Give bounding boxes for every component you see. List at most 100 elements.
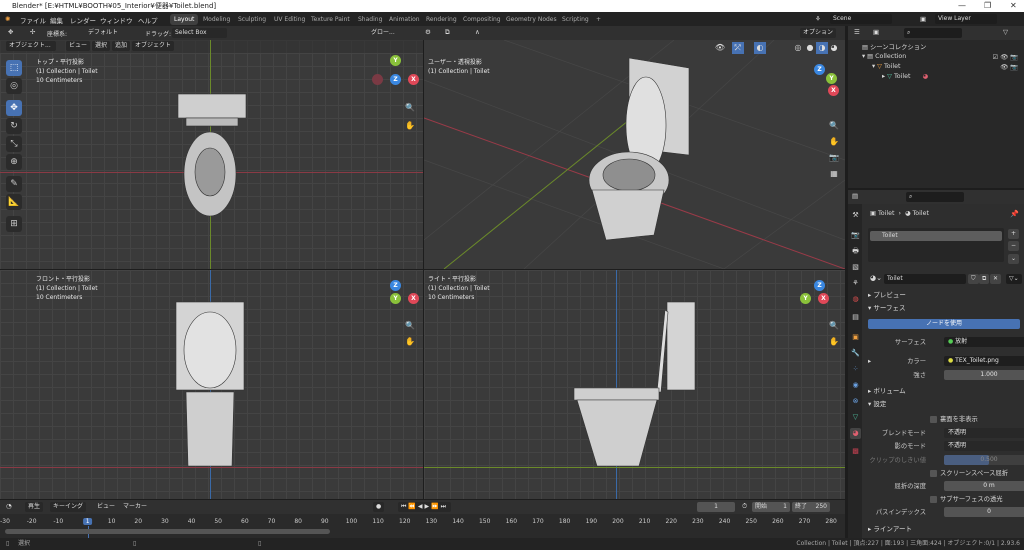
modifier-tab-icon[interactable]: 🔧 (850, 348, 861, 359)
measure-tool[interactable]: 📐 (6, 194, 22, 210)
gizmo-y[interactable]: Y (390, 293, 401, 304)
particles-tab-icon[interactable]: ⁘ (850, 364, 861, 375)
backface-checkbox[interactable]: 裏面を非表示 (862, 413, 1024, 426)
outliner-search-input[interactable]: ⌕ (904, 28, 962, 38)
scene-tab-icon[interactable]: ⚘ (850, 278, 861, 289)
timeline-scrollbar[interactable] (5, 529, 330, 534)
clip-threshold-slider[interactable]: 0.500 (944, 455, 1024, 465)
current-frame-indicator[interactable]: 1 (82, 518, 93, 525)
zoom-icon[interactable]: 🔍 (404, 320, 416, 332)
object-tab-icon[interactable]: ▣ (850, 332, 861, 343)
output-tab-icon[interactable]: 🖶 (850, 246, 861, 257)
gizmo-y[interactable]: Y (800, 293, 811, 304)
workspace-tab[interactable]: Shading (354, 14, 386, 25)
menu-object[interactable]: オブジェクト (132, 41, 175, 51)
material-name-field[interactable]: Toilet (884, 274, 966, 284)
menu-help[interactable]: ヘルプ (138, 15, 158, 25)
menu-window[interactable]: ウィンドウ (100, 15, 133, 25)
gizmo-x[interactable]: X (828, 85, 839, 96)
proportional-icon[interactable]: ∧ (475, 28, 480, 36)
constraints-tab-icon[interactable]: ⊗ (850, 396, 861, 407)
fake-user-button[interactable]: ⛉ (968, 274, 979, 284)
unlink-material-button[interactable]: ✕ (990, 274, 1002, 284)
move-icon[interactable]: ✢ (30, 28, 35, 36)
section-surface[interactable]: ▾ サーフェス (862, 302, 1024, 315)
visibility-icon[interactable]: 👁 (714, 42, 726, 54)
use-nodes-button[interactable]: ノードを使用 (868, 319, 1020, 329)
rotate-tool[interactable]: ↻ (6, 118, 22, 134)
material-shading-icon[interactable]: ◑ (816, 42, 828, 54)
workspace-tab[interactable]: Rendering (422, 14, 461, 25)
blend-mode-dropdown[interactable]: 不透明 (944, 428, 1024, 438)
gizmo-neg-x[interactable] (372, 74, 383, 85)
pan-hand-icon[interactable]: ✋ (404, 120, 416, 132)
section-lineart[interactable]: ▸ ラインアート (862, 523, 1024, 536)
select-tool[interactable]: ⬚ (6, 60, 22, 76)
outliner-item-toilet-mesh[interactable]: ▸ ▽ Toilet ◕ (882, 73, 928, 80)
workspace-tab[interactable]: Texture Paint (307, 14, 354, 25)
wireframe-shading-icon[interactable]: ◎ (792, 42, 804, 54)
pin-icon[interactable]: 📌 (1010, 210, 1019, 218)
gizmo-x[interactable]: X (818, 293, 829, 304)
section-volume[interactable]: ▸ ボリューム (862, 385, 1024, 398)
gizmo-z[interactable]: Z (390, 280, 401, 291)
view-layer-icon[interactable]: ▣ (920, 15, 926, 23)
snap-icon[interactable]: ⧉ (445, 28, 450, 37)
material-browse-icon[interactable]: ◕⌄ (870, 274, 882, 282)
material-slot-list[interactable]: Toilet (868, 228, 1004, 262)
pass-index-field[interactable]: 0 (944, 507, 1024, 517)
workspace-tab[interactable]: Animation (385, 14, 424, 25)
camera-icon[interactable]: 📷 (828, 152, 840, 164)
drag-dropdown[interactable]: Select Box (172, 28, 227, 38)
expand-color-icon[interactable]: ▸ (868, 355, 871, 368)
cursor-tool[interactable]: ◎ (6, 78, 22, 94)
outliner-item-toilet-object[interactable]: ▾ ▽ Toilet 👁 📷 (872, 63, 1022, 71)
world-tab-icon[interactable]: ◍ (850, 294, 861, 305)
section-preview[interactable]: ▸ プレビュー (862, 289, 1024, 302)
menu-select[interactable]: 選択 (92, 41, 111, 51)
viewport-user-perspective[interactable]: ユーザー・透視投影 (1) Collection | Toilet 👁 ⤱ ◐ ◎… (424, 40, 845, 269)
menu-render[interactable]: レンダー (70, 15, 96, 25)
menu-file[interactable]: ファイル (20, 15, 46, 25)
scene-icon[interactable]: ⚘ (815, 15, 821, 23)
section-settings[interactable]: ▾ 設定 (862, 398, 1024, 411)
viewport-top[interactable]: オブジェクト... ビュー 選択 追加 オブジェクト トップ・平行投影 (1) C… (0, 40, 423, 269)
gizmo-x[interactable]: X (408, 74, 419, 85)
transform-orientation-dropdown[interactable]: グロー... (368, 28, 398, 38)
workspace-tab[interactable]: Scripting (558, 14, 593, 25)
visibility-toggles[interactable]: 👁 📷 (1000, 63, 1018, 71)
sss-translucency-checkbox[interactable]: サブサーフェスの透光 (862, 493, 1024, 506)
view-layer-selector[interactable]: View Layer (935, 14, 997, 24)
zoom-icon[interactable]: 🔍 (828, 120, 840, 132)
material-slot-item[interactable]: Toilet (870, 231, 1002, 241)
rendered-shading-icon[interactable]: ◕ (828, 42, 840, 54)
menu-add[interactable]: 追加 (112, 41, 131, 51)
filter-view-icon[interactable]: ▣ (873, 28, 879, 36)
outliner-item-collection[interactable]: ▾ ▤ Collection ☑ 👁 📷 (862, 53, 1022, 61)
add-slot-button[interactable]: + (1008, 229, 1020, 239)
slot-specials-button[interactable]: ⌄ (1008, 254, 1020, 264)
display-mode-icon[interactable]: ☰ (854, 28, 860, 36)
pivot-icon[interactable]: ⚙ (425, 28, 431, 36)
scale-tool[interactable]: ⤡ (6, 136, 22, 152)
scene-selector[interactable]: Scene (830, 14, 892, 24)
orientation-dropdown[interactable]: デフォルト (85, 28, 121, 38)
close-button[interactable]: ✕ (1010, 0, 1017, 12)
filter-icon[interactable]: ▽ (1003, 28, 1008, 36)
workspace-tab[interactable]: Layout (170, 14, 199, 25)
material-tab-icon[interactable]: ◕ (850, 428, 861, 439)
properties-search-input[interactable]: ⌕ (906, 192, 964, 202)
workspace-tab[interactable]: Compositing (459, 14, 505, 25)
annotate-tool[interactable]: ✎ (6, 176, 22, 192)
workspace-tab[interactable]: Geometry Nodes (502, 14, 561, 25)
blender-logo-icon[interactable]: ✺ (5, 15, 10, 23)
data-tab-icon[interactable]: ▽ (850, 412, 861, 423)
scene-collection-row[interactable]: ▤ シーンコレクション (862, 42, 926, 51)
overlay-icon[interactable]: ◐ (754, 42, 766, 54)
physics-tab-icon[interactable]: ◉ (850, 380, 861, 391)
collection-tab-icon[interactable]: ▤ (850, 312, 861, 323)
pan-hand-icon[interactable]: ✋ (828, 136, 840, 148)
refraction-depth-field[interactable]: 0 m (944, 481, 1024, 491)
zoom-icon[interactable]: 🔍 (404, 102, 416, 114)
zoom-icon[interactable]: 🔍 (828, 320, 840, 332)
